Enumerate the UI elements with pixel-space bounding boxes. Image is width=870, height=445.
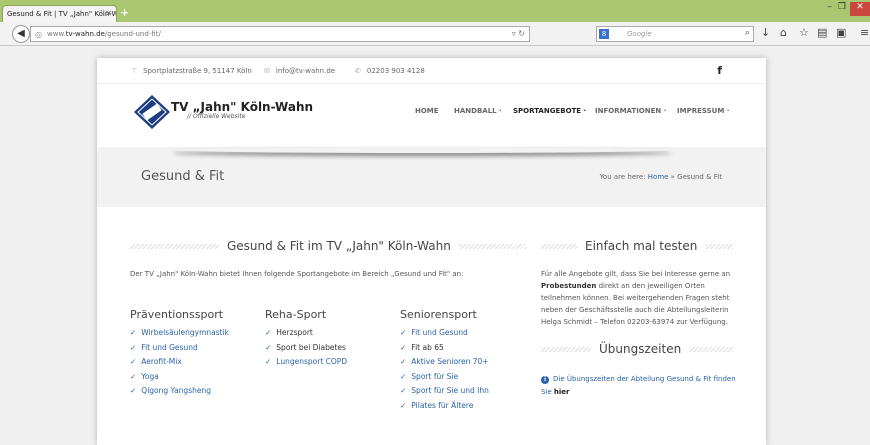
new-tab-button[interactable]: + xyxy=(120,6,129,19)
globe-icon: ◎ xyxy=(35,30,42,39)
site-title[interactable]: TV „Jahn" Köln-Wahn xyxy=(171,100,313,114)
location-icon: ⊤ xyxy=(131,67,138,75)
menu-sportangebote[interactable]: SPORTANGEBOTE · xyxy=(513,107,586,115)
check-icon: ✓ xyxy=(265,357,272,366)
tab-close-icon[interactable]: ✕ xyxy=(105,9,112,18)
contact-bar: ⊤ Sportplatzstraße 9, 51147 Köln ✉ info@tv… xyxy=(97,58,766,84)
list-item[interactable]: ✓ Yoga xyxy=(130,370,229,385)
search-icon[interactable]: ⌕ xyxy=(745,28,750,38)
sidebar-paragraph: Für alle Angebote gilt, dass Sie bei Int… xyxy=(541,270,731,326)
browser-navbar: ◀ ◎ www.tv-wahn.de/gesund-und-fit/ ▿ ↻ 8… xyxy=(0,22,870,46)
list-item[interactable]: ✓ Fit und Gesund xyxy=(400,326,489,341)
list-item: ✓ Fit ab 65 xyxy=(400,342,444,352)
tab-title: Gesund & Fit | TV „Jahn" Köln-Wahn xyxy=(7,10,116,18)
column-heading-senioren: Seniorensport xyxy=(400,308,477,321)
intro-text: Der TV „Jahn" Köln-Wahn bietet Ihnen fol… xyxy=(130,270,464,278)
phone-icon: ✆ xyxy=(355,67,361,75)
download-icon[interactable]: ↓ xyxy=(761,26,770,39)
url-domain: tv-wahn.de xyxy=(65,30,105,38)
address-item: ⊤ Sportplatzstraße 9, 51147 Köln xyxy=(131,67,252,75)
menu-handball[interactable]: HANDBALL · xyxy=(454,107,502,115)
list-reha: ✓ Herzsport ✓ Sport bei Diabetes ✓ Lungensp… xyxy=(265,326,347,370)
browser-tab[interactable]: Gesund & Fit | TV „Jahn" Köln-Wahn ✕ xyxy=(2,5,117,22)
check-icon: ✓ xyxy=(400,400,407,410)
list-item: ✓ Herzsport xyxy=(265,328,313,337)
menu-home[interactable]: HOME xyxy=(415,107,439,115)
search-engine-icon[interactable]: 8 xyxy=(599,29,609,39)
menu-informationen[interactable]: INFORMATIONEN · xyxy=(595,107,666,115)
breadcrumb-home-link[interactable]: Home xyxy=(648,173,669,181)
check-icon: ✓ xyxy=(400,328,407,337)
info-icon: i xyxy=(541,376,549,384)
list-item[interactable]: ✓ Qigong Yangsheng xyxy=(130,384,229,399)
breadcrumb: You are here: Home » Gesund & Fit xyxy=(599,173,722,181)
check-icon: ✓ xyxy=(130,328,137,337)
list-item[interactable]: ✓ Lungensport COPD xyxy=(265,355,347,370)
uebungszeiten-note: i Die Übungszeiten der Abteilung Gesund &… xyxy=(541,375,736,396)
hier-link[interactable]: hier xyxy=(554,388,570,396)
list-item[interactable]: ✓ Fit und Gesund xyxy=(130,341,229,356)
close-window-icon[interactable]: ✕ xyxy=(850,2,870,16)
url-bar[interactable]: ◎ www.tv-wahn.de/gesund-und-fit/ ▿ ↻ xyxy=(30,26,530,42)
list-senioren: ✓ Fit und Gesund ✓ Fit ab 65 ✓ Aktive Senio… xyxy=(400,326,489,413)
check-icon: ✓ xyxy=(130,371,137,381)
column-heading-reha: Reha-Sport xyxy=(265,308,327,321)
club-logo[interactable] xyxy=(132,94,172,130)
page-title-bar: Gesund & Fit You are here: Home » Gesund… xyxy=(97,147,766,207)
facebook-icon[interactable]: f xyxy=(717,64,722,77)
list-item[interactable]: ✓ Pilates für Ältere xyxy=(400,399,489,414)
search-input[interactable]: 8 Google ⌕ xyxy=(596,26,754,42)
column-heading-praevention: Präventionssport xyxy=(130,308,224,321)
check-icon: ✓ xyxy=(130,357,137,366)
url-prefix: www. xyxy=(47,30,66,38)
sidebar-heading-test: Einfach mal testen xyxy=(577,239,706,253)
sidebar-heading-uebungszeiten: Übungszeiten xyxy=(591,342,690,356)
check-icon: ✓ xyxy=(265,328,272,337)
home-icon[interactable]: ⌂ xyxy=(780,26,787,39)
check-icon: ✓ xyxy=(130,386,137,395)
list-item[interactable]: ✓ Sport für Sie und Ihn xyxy=(400,384,489,399)
email-item[interactable]: ✉ info@tv-wahn.de xyxy=(264,67,335,75)
menu-impressum[interactable]: IMPRESSUM · xyxy=(677,107,729,115)
header-shadow-divider xyxy=(172,147,672,153)
search-placeholder: Google xyxy=(627,30,652,38)
reload-icon[interactable]: ▿ ↻ xyxy=(512,29,525,38)
page-title: Gesund & Fit xyxy=(141,169,225,184)
check-icon: ✓ xyxy=(130,342,137,352)
addon-icon[interactable]: ▣ xyxy=(836,26,846,39)
browser-titlebar: Gesund & Fit | TV „Jahn" Köln-Wahn ✕ + –… xyxy=(0,0,870,22)
mail-icon: ✉ xyxy=(264,67,270,75)
check-icon: ✓ xyxy=(400,386,407,395)
list-item[interactable]: ✓ Aktive Senioren 70+ xyxy=(400,355,489,370)
maximize-icon[interactable]: ❐ xyxy=(838,2,846,12)
clipboard-icon[interactable]: ▤ xyxy=(817,26,827,39)
minimize-icon[interactable]: – xyxy=(828,2,833,12)
check-icon: ✓ xyxy=(400,357,407,366)
list-item: ✓ Sport bei Diabetes xyxy=(265,342,346,352)
list-item[interactable]: ✓ Sport für Sie xyxy=(400,370,489,385)
web-page: ⊤ Sportplatzstraße 9, 51147 Köln ✉ info@tv… xyxy=(97,58,766,445)
check-icon: ✓ xyxy=(265,342,272,352)
menu-icon[interactable]: ≡ xyxy=(860,26,869,39)
check-icon: ✓ xyxy=(400,342,407,352)
site-subtitle: // Offizielle Website xyxy=(187,113,246,120)
url-path: /gesund-und-fit/ xyxy=(104,30,161,38)
phone-item: ✆ 02203 903 4128 xyxy=(355,67,425,75)
list-item[interactable]: ✓ Wirbelsäulengymnastik xyxy=(130,326,229,341)
check-icon: ✓ xyxy=(400,371,407,381)
list-praevention: ✓ Wirbelsäulengymnastik ✓ Fit und Gesund ✓… xyxy=(130,326,229,399)
bookmark-star-icon[interactable]: ☆ xyxy=(799,26,809,39)
main-heading: Gesund & Fit im TV „Jahn" Köln-Wahn xyxy=(219,239,459,253)
list-item[interactable]: ✓ Aerofit-Mix xyxy=(130,355,229,370)
back-button[interactable]: ◀ xyxy=(12,25,30,43)
